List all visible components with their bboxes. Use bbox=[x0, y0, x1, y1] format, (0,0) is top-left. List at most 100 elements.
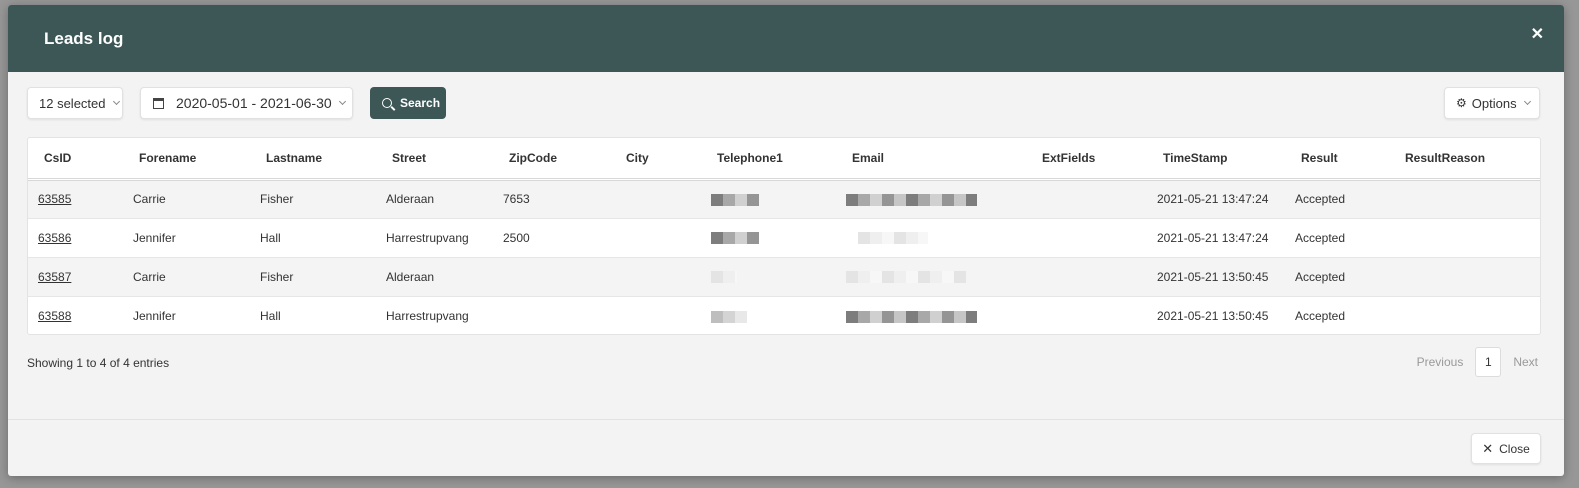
email-cell bbox=[836, 257, 1026, 297]
selection-label: 12 selected bbox=[39, 95, 106, 111]
column-header[interactable]: City bbox=[610, 138, 701, 181]
gear-icon: ⚙ bbox=[1456, 96, 1467, 110]
csid-link[interactable]: 63585 bbox=[38, 192, 71, 206]
column-header[interactable]: Street bbox=[376, 138, 493, 181]
result-reason-cell bbox=[1389, 218, 1540, 258]
result-reason-cell bbox=[1389, 257, 1540, 297]
table-row: 63587 Carrie Fisher Alderaan 2021-05-21 … bbox=[28, 257, 1540, 297]
result-cell: Accepted bbox=[1285, 179, 1389, 219]
options-dropdown[interactable]: ⚙ Options bbox=[1444, 87, 1540, 119]
redacted-email bbox=[846, 271, 966, 284]
table-row: 63585 Carrie Fisher Alderaan 7653 2021-0… bbox=[28, 179, 1540, 219]
forename-cell: Jennifer bbox=[123, 218, 250, 258]
telephone-cell bbox=[701, 218, 836, 258]
result-cell: Accepted bbox=[1285, 218, 1389, 258]
result-reason-cell bbox=[1389, 296, 1540, 335]
column-header[interactable]: ResultReason bbox=[1389, 138, 1540, 181]
close-button-label: Close bbox=[1499, 441, 1530, 456]
modal-header: Leads log ✕ bbox=[8, 5, 1564, 72]
street-cell: Alderaan bbox=[376, 179, 493, 219]
timestamp-cell: 2021-05-21 13:50:45 bbox=[1157, 308, 1269, 323]
zipcode-cell bbox=[493, 296, 610, 335]
leads-table: CsID Forename Lastname Street ZipCode Ci… bbox=[28, 138, 1540, 335]
column-header[interactable]: ExtFields bbox=[1026, 138, 1147, 181]
next-page-button[interactable]: Next bbox=[1513, 355, 1538, 369]
column-header[interactable]: Email bbox=[836, 138, 1026, 181]
column-header[interactable]: Telephone1 bbox=[701, 138, 836, 181]
forename-cell: Carrie bbox=[123, 257, 250, 297]
result-cell: Accepted bbox=[1285, 257, 1389, 297]
lastname-cell: Fisher bbox=[250, 179, 376, 219]
zipcode-cell: 7653 bbox=[493, 179, 610, 219]
result-cell: Accepted bbox=[1295, 308, 1346, 323]
redacted-telephone bbox=[711, 310, 747, 323]
close-icon: ✕ bbox=[1482, 440, 1494, 456]
chevron-down-icon bbox=[338, 97, 346, 106]
csid-link[interactable]: 63587 bbox=[38, 270, 71, 284]
city-cell bbox=[610, 179, 701, 219]
zipcode-cell: 2500 bbox=[493, 218, 610, 258]
city-cell bbox=[610, 218, 701, 258]
redacted-telephone bbox=[711, 232, 759, 245]
leads-table-card: CsID Forename Lastname Street ZipCode Ci… bbox=[27, 137, 1541, 335]
street-cell: Harrestrupvang bbox=[376, 218, 493, 258]
result-reason-cell bbox=[1389, 179, 1540, 219]
toolbar: 12 selected 2020-05-01 - 2021-06-30 Sear… bbox=[27, 87, 1540, 119]
lastname-cell: Hall bbox=[260, 308, 281, 323]
date-range-label: 2020-05-01 - 2021-06-30 bbox=[176, 95, 332, 111]
date-range-picker[interactable]: 2020-05-01 - 2021-06-30 bbox=[140, 87, 353, 119]
telephone-cell bbox=[701, 257, 836, 297]
redacted-email bbox=[858, 232, 928, 245]
search-button-label: Search bbox=[400, 96, 441, 110]
modal-title: Leads log bbox=[44, 29, 124, 48]
redacted-telephone bbox=[711, 271, 737, 284]
leads-log-modal: Leads log ✕ 12 selected 2020-05-01 - 202… bbox=[8, 5, 1564, 476]
street-cell: Harrestrupvang bbox=[386, 308, 469, 323]
redacted-email bbox=[846, 193, 977, 206]
telephone-cell bbox=[701, 179, 836, 219]
calendar-icon bbox=[153, 97, 164, 109]
page-1-button[interactable]: 1 bbox=[1475, 347, 1502, 377]
close-icon[interactable]: ✕ bbox=[1531, 27, 1544, 43]
previous-page-button[interactable]: Previous bbox=[1417, 355, 1464, 369]
timestamp-cell: 2021-05-21 13:47:24 bbox=[1147, 179, 1285, 219]
table-row: 63586 Jennifer Hall Harrestrupvang 2500 … bbox=[28, 218, 1540, 258]
column-header[interactable]: CsID bbox=[28, 138, 123, 181]
extfields-cell bbox=[1026, 179, 1147, 219]
redacted-telephone bbox=[711, 193, 759, 206]
extfields-cell bbox=[1026, 218, 1147, 258]
selection-dropdown[interactable]: 12 selected bbox=[27, 87, 123, 119]
street-cell: Alderaan bbox=[376, 257, 493, 297]
close-button[interactable]: ✕ Close bbox=[1471, 433, 1541, 464]
table-row: 63588 Jennifer Hall Harrestrupvang 2021-… bbox=[28, 296, 1540, 335]
chevron-down-icon bbox=[112, 97, 120, 106]
csid-link[interactable]: 63586 bbox=[38, 231, 71, 245]
csid-link[interactable]: 63588 bbox=[38, 309, 71, 323]
footer-divider bbox=[8, 419, 1564, 420]
column-header[interactable]: Forename bbox=[123, 138, 250, 181]
search-icon bbox=[382, 98, 392, 108]
search-button[interactable]: Search bbox=[370, 87, 446, 119]
extfields-cell bbox=[1026, 257, 1147, 297]
column-header[interactable]: ZipCode bbox=[493, 138, 610, 181]
extfields-cell bbox=[1026, 296, 1147, 335]
column-header[interactable]: TimeStamp bbox=[1147, 138, 1285, 181]
column-header[interactable]: Lastname bbox=[250, 138, 376, 181]
email-cell bbox=[836, 218, 1026, 258]
column-header[interactable]: Result bbox=[1285, 138, 1389, 181]
pagination: Previous 1 Next bbox=[1417, 347, 1538, 377]
telephone-cell bbox=[701, 296, 836, 335]
city-cell bbox=[610, 296, 701, 335]
email-cell bbox=[836, 179, 1026, 219]
city-cell bbox=[610, 257, 701, 297]
table-info: Showing 1 to 4 of 4 entries bbox=[27, 356, 170, 370]
timestamp-cell: 2021-05-21 13:50:45 bbox=[1147, 257, 1285, 297]
lastname-cell: Hall bbox=[250, 218, 376, 258]
timestamp-cell: 2021-05-21 13:47:24 bbox=[1147, 218, 1285, 258]
forename-cell: Jennifer bbox=[133, 308, 176, 323]
redacted-email bbox=[846, 310, 977, 323]
lastname-cell: Fisher bbox=[250, 257, 376, 297]
table-header-row: CsID Forename Lastname Street ZipCode Ci… bbox=[28, 138, 1540, 181]
email-cell bbox=[836, 296, 1026, 335]
zipcode-cell bbox=[493, 257, 610, 297]
